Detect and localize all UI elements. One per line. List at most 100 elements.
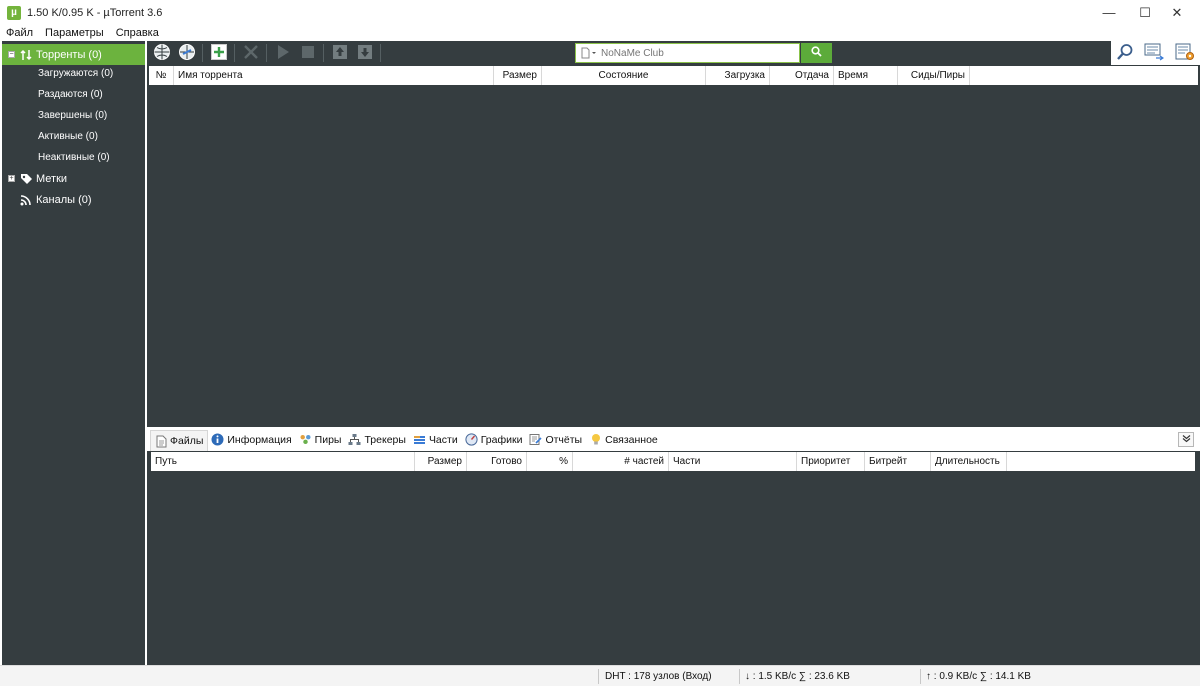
- column-header-path[interactable]: Путь: [151, 452, 415, 471]
- collapse-toggle-icon[interactable]: −: [8, 51, 15, 58]
- sidebar-item-label: Торренты (0): [36, 48, 102, 61]
- column-header-seeds-peers[interactable]: Сиды/Пиры: [898, 66, 970, 85]
- torrent-list[interactable]: № Имя торрента Размер Состояние Загрузка…: [147, 65, 1200, 427]
- pieces-icon: [413, 433, 426, 446]
- column-header-duration[interactable]: Длительность: [931, 452, 1007, 471]
- search-input[interactable]: [597, 45, 799, 61]
- main-toolbar: [147, 41, 1200, 65]
- column-header-pieces[interactable]: Части: [669, 452, 797, 471]
- tab-logger[interactable]: Отчёты: [526, 430, 586, 450]
- status-divider: [598, 669, 599, 684]
- download-speed-status[interactable]: ↓ : 1.5 KB/c ∑ : 23.6 KB: [745, 666, 850, 687]
- column-header-status[interactable]: Состояние: [542, 66, 706, 85]
- tab-label: Графики: [480, 433, 523, 446]
- stop-icon: [301, 45, 315, 62]
- tab-pieces[interactable]: Части: [410, 430, 462, 450]
- tab-info[interactable]: Информация: [208, 430, 295, 450]
- column-header-size[interactable]: Размер: [494, 66, 542, 85]
- stop-button[interactable]: [296, 42, 320, 64]
- sidebar-item-label: Раздаются (0): [38, 89, 103, 100]
- tab-label: Отчёты: [545, 433, 583, 446]
- sidebar-item-inactive[interactable]: Неактивные (0): [2, 147, 145, 168]
- toolbar-divider: [323, 44, 324, 62]
- related-icon: [589, 433, 602, 446]
- tab-label: Связанное: [605, 433, 658, 446]
- tab-trackers[interactable]: Трекеры: [345, 430, 409, 450]
- move-up-button[interactable]: [328, 42, 352, 64]
- remove-torrent-button[interactable]: [239, 42, 263, 64]
- expand-toggle-icon[interactable]: +: [8, 175, 15, 182]
- settings-icon: [1175, 43, 1195, 64]
- info-icon: [211, 433, 224, 446]
- remote-icon: [1144, 43, 1165, 64]
- sidebar-item-completed[interactable]: Завершены (0): [2, 105, 145, 126]
- rss-icon: [19, 194, 33, 206]
- tab-label: Информация: [227, 433, 292, 446]
- start-button[interactable]: [271, 42, 295, 64]
- move-down-button[interactable]: [353, 42, 377, 64]
- chevron-down-icon: [1182, 434, 1191, 445]
- search-provider-icon[interactable]: [581, 47, 597, 59]
- add-torrent-button[interactable]: [207, 42, 231, 64]
- sidebar-item-seeding[interactable]: Раздаются (0): [2, 84, 145, 105]
- logger-icon: [529, 433, 543, 446]
- menu-help[interactable]: Справка: [110, 27, 165, 39]
- column-header-bitrate[interactable]: Битрейт: [865, 452, 931, 471]
- menu-bar: Файл Параметры Справка: [0, 25, 1200, 41]
- upload-speed-status[interactable]: ↑ : 0.9 KB/c ∑ : 14.1 KB: [926, 666, 1031, 687]
- add-url-button[interactable]: [150, 42, 174, 64]
- column-header-size[interactable]: Размер: [415, 452, 467, 471]
- category-sidebar: − Торренты (0) Загружаются (0) Раздаются…: [2, 41, 145, 665]
- trackers-icon: [348, 433, 361, 446]
- sidebar-item-active[interactable]: Активные (0): [2, 126, 145, 147]
- toolbar-divider: [380, 44, 381, 62]
- search-icon: [811, 46, 822, 60]
- column-header-name[interactable]: Имя торрента: [174, 66, 494, 85]
- add-url-icon: [153, 43, 171, 64]
- menu-options[interactable]: Параметры: [39, 27, 110, 39]
- dht-status[interactable]: DHT : 178 узлов (Вход): [605, 666, 712, 687]
- search-button[interactable]: [801, 43, 832, 63]
- graphs-icon: [465, 433, 478, 446]
- menu-file[interactable]: Файл: [0, 27, 39, 39]
- toolbar-divider: [234, 44, 235, 62]
- files-icon: [154, 435, 167, 448]
- toolbar-right-panel: [1109, 41, 1200, 65]
- utorrent-logo-icon: µ: [7, 5, 21, 20]
- preferences-button[interactable]: [1175, 43, 1195, 64]
- column-header-eta[interactable]: Время: [834, 66, 898, 85]
- tab-graphs[interactable]: Графики: [462, 430, 527, 450]
- close-button[interactable]: ✕: [1154, 0, 1200, 25]
- tab-related[interactable]: Связанное: [586, 430, 662, 450]
- column-header-priority[interactable]: Приоритет: [797, 452, 865, 471]
- sidebar-item-label: Метки: [36, 172, 68, 185]
- add-rss-button[interactable]: [175, 42, 199, 64]
- sidebar-item-labels[interactable]: + Метки: [2, 168, 145, 189]
- column-header-done[interactable]: Готово: [467, 452, 527, 471]
- torrent-list-header: № Имя торрента Размер Состояние Загрузка…: [149, 66, 1198, 85]
- add-torrent-icon: [210, 43, 228, 64]
- column-header-pieces-count[interactable]: # частей: [573, 452, 669, 471]
- search-box[interactable]: [575, 43, 800, 63]
- files-list[interactable]: Путь Размер Готово % # частей Части Прио…: [147, 451, 1200, 665]
- collapse-panel-button[interactable]: [1178, 432, 1194, 447]
- column-header-download[interactable]: Загрузка: [706, 66, 770, 85]
- find-button[interactable]: [1116, 43, 1134, 64]
- move-down-icon: [357, 44, 373, 63]
- sidebar-item-feeds[interactable]: Каналы (0): [2, 189, 145, 210]
- remote-button[interactable]: [1144, 43, 1165, 64]
- tag-icon: [19, 173, 33, 185]
- tab-files[interactable]: Файлы: [150, 429, 209, 452]
- tab-peers[interactable]: Пиры: [296, 430, 346, 450]
- tab-label: Части: [428, 433, 458, 446]
- sidebar-item-label: Каналы (0): [36, 193, 92, 206]
- sidebar-item-torrents[interactable]: − Торренты (0): [2, 44, 145, 65]
- column-header-upload[interactable]: Отдача: [770, 66, 834, 85]
- column-header-number[interactable]: №: [149, 66, 174, 85]
- sidebar-item-label: Загружаются (0): [38, 68, 114, 79]
- sidebar-item-downloading[interactable]: Загружаются (0): [2, 63, 145, 84]
- column-header-percent[interactable]: %: [527, 452, 573, 471]
- window-title: 1.50 K/0.95 K - µTorrent 3.6: [27, 6, 163, 19]
- sidebar-item-label: Неактивные (0): [38, 152, 110, 163]
- status-divider: [920, 669, 921, 684]
